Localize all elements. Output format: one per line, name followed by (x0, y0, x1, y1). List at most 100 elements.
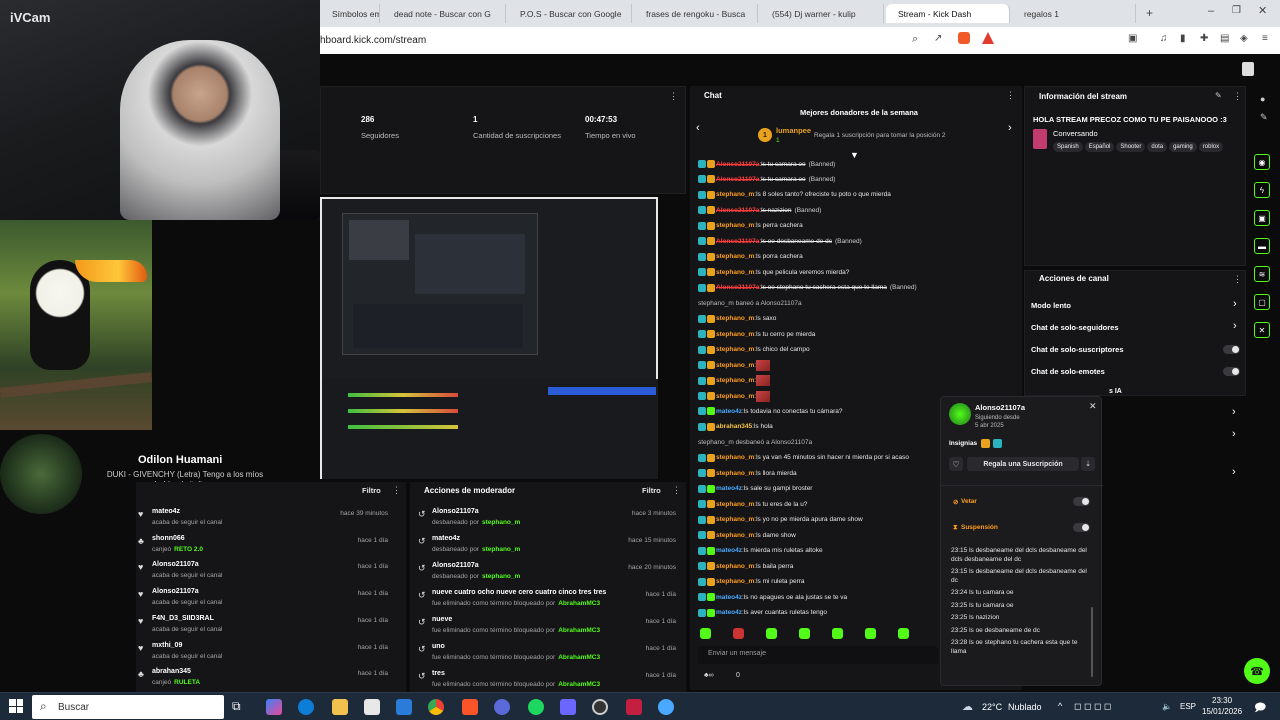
chat-message[interactable]: stephano_m: (698, 359, 771, 371)
spotify-icon[interactable] (528, 699, 544, 715)
mod-target[interactable]: Alonso21107a (432, 508, 479, 515)
event-name[interactable]: mateo4z (152, 508, 180, 515)
chat-message[interactable]: stephano_m: (698, 375, 771, 387)
rail-chat-icon[interactable]: ▬ (1254, 238, 1270, 254)
chat-username[interactable]: stephano_m (716, 253, 754, 260)
emote-icon[interactable] (865, 628, 876, 639)
emote-icon[interactable] (733, 628, 744, 639)
app-icon[interactable] (560, 699, 576, 715)
event-name[interactable]: Alonso21107a (152, 561, 199, 568)
partial-chevron-1-icon[interactable]: › (1232, 406, 1236, 418)
chat-username[interactable]: stephano_m (716, 222, 754, 229)
rail-monitor-icon[interactable]: ▢ (1254, 294, 1270, 310)
chat-username[interactable]: stephano_m (716, 377, 754, 384)
chat-menu-icon[interactable]: ⋮ (1006, 90, 1015, 101)
gift-sub-button[interactable]: Regala una Suscripción (967, 457, 1079, 471)
keyboard-lang[interactable]: ESP (1180, 702, 1196, 711)
chat-message[interactable]: mateo4z: ls aver cuantas ruletas tengo (698, 607, 827, 619)
mod-target[interactable]: uno (432, 643, 445, 650)
undo-icon[interactable]: ↺ (418, 617, 426, 628)
mod-by[interactable]: AbrahamMC3 (558, 627, 600, 634)
chat-message[interactable]: stephano_m baneó a Alonso21107a (698, 297, 802, 309)
stream-info-menu-icon[interactable]: ⋮ (1233, 91, 1242, 102)
chat-message[interactable]: stephano_m: ls 8 soles tanto? ofreciste … (698, 189, 891, 201)
chat-message[interactable]: stephano_m: ls llora mierda (698, 467, 797, 479)
rail-tools-icon[interactable]: ✕ (1254, 322, 1270, 338)
list-item[interactable]: ♥ Alonso21107a acaba de seguir el canal hac… (136, 559, 396, 585)
new-tab-icon[interactable]: + (1146, 6, 1153, 20)
chat-users-icon[interactable]: ♣∞ (704, 672, 714, 679)
chat-username[interactable]: Alonso21107a (716, 284, 759, 291)
pencil-icon[interactable]: ✎ (1260, 112, 1268, 123)
tab-dead-note[interactable]: dead note - Buscar con G (382, 4, 506, 23)
chat-message[interactable]: stephano_m: ls saxo (698, 313, 776, 325)
store-icon[interactable] (364, 699, 380, 715)
stream-tag[interactable]: Spanish (1053, 142, 1083, 152)
follow-heart-icon[interactable]: ♡ (949, 457, 963, 471)
chat-input-box[interactable]: Enviar un mensaje (698, 646, 938, 664)
emote-icon[interactable] (832, 628, 843, 639)
tray-arrow-icon[interactable]: ^ (1058, 701, 1062, 711)
list-item[interactable]: ♥ mateo4z acaba de seguir el canal hace 39 … (136, 506, 396, 532)
mod-by[interactable]: stephano_m (482, 573, 520, 580)
history-scrollbar[interactable] (1091, 607, 1093, 677)
chat-username[interactable]: stephano_m (716, 516, 754, 523)
partial-chevron-2-icon[interactable]: › (1232, 428, 1236, 440)
donors-prev-icon[interactable]: ‹ (696, 122, 700, 134)
rail-bolt-icon[interactable]: ϟ (1254, 182, 1270, 198)
chat-message[interactable]: Alonso21107a: ls tu camara oe (Banned) (698, 158, 835, 170)
notifications-icon[interactable]: 🗩 (1254, 699, 1266, 718)
chat-message[interactable]: Alonso21107a: ls nazizion (Banned) (698, 204, 821, 216)
extensions-icon[interactable]: ✚ (1200, 33, 1208, 44)
clock-time[interactable]: 23:30 (1212, 696, 1232, 705)
event-name[interactable]: mxthi_09 (152, 642, 182, 649)
undo-icon[interactable]: ↺ (418, 644, 426, 655)
chat-username[interactable]: stephano_m (716, 346, 754, 353)
chat-message[interactable]: stephano_m desbaneó a Alonso21107a (698, 436, 812, 448)
mod-by[interactable]: AbrahamMC3 (558, 654, 600, 661)
chat-username[interactable]: Alonso21107a (716, 207, 759, 214)
channel-actions-menu-icon[interactable]: ⋮ (1233, 274, 1242, 285)
clock-date[interactable]: 15/01/2026 (1202, 707, 1242, 716)
chat-username[interactable]: mateo4z (716, 609, 742, 616)
event-name[interactable]: shonn066 (152, 535, 185, 542)
chat-username[interactable]: stephano_m (716, 362, 754, 369)
maximize-icon[interactable]: ❐ (1232, 5, 1241, 16)
stats-menu-icon[interactable]: ⋮ (669, 91, 678, 102)
chat-message[interactable]: Alonso21107a: ls tu camara oe (Banned) (698, 173, 835, 185)
list-item[interactable]: ♥ F4N_D3_SIID3RAL acaba de seguir el canal… (136, 613, 396, 639)
tab-frases[interactable]: frases de rengoku - Busca (634, 4, 758, 23)
chat-message[interactable]: stephano_m: ls porra cachera (698, 251, 803, 263)
chat-username[interactable]: stephano_m (716, 191, 754, 198)
tab-regalos[interactable]: regalos 1 (1012, 4, 1136, 23)
list-item[interactable]: ↺ nueve fue eliminado como término bloquea… (410, 614, 684, 641)
chat-username[interactable]: mateo4z (716, 408, 742, 415)
event-name[interactable]: F4N_D3_SIID3RAL (152, 615, 214, 622)
list-item[interactable]: ↺ mateo4z desbaneado por stephano_m hace 15 … (410, 533, 684, 560)
stream-tag[interactable]: roblox (1198, 142, 1224, 152)
undo-icon[interactable]: ↺ (418, 671, 426, 682)
undo-icon[interactable]: ↺ (418, 536, 426, 547)
chat-message[interactable]: stephano_m: ls yo no pe mierda apura dam… (698, 514, 863, 526)
share-icon[interactable]: ↗ (934, 33, 942, 44)
close-window-icon[interactable]: ✕ (1258, 4, 1267, 17)
list-item[interactable]: ↺ Alonso21107a desbaneado por stephano_m hac… (410, 560, 684, 587)
chat-message[interactable]: mateo4z: ls todavia no conectas tu cámar… (698, 405, 842, 417)
event-name[interactable]: Alonso21107a (152, 588, 199, 595)
undo-icon[interactable]: ↺ (418, 509, 426, 520)
chat-message[interactable]: stephano_m: (698, 390, 771, 402)
chat-message[interactable]: abrahan345: ls hola (698, 421, 773, 433)
chat-username[interactable]: stephano_m (716, 269, 754, 276)
taskbar-search-box[interactable]: ⌕ Buscar (32, 695, 224, 719)
mod-target[interactable]: mateo4z (432, 535, 460, 542)
undo-icon[interactable]: ↺ (418, 563, 426, 574)
list-item[interactable]: ↺ Alonso21107a desbaneado por stephano_m hac… (410, 506, 684, 533)
mod-target[interactable]: nueve (432, 616, 452, 623)
tab-pos[interactable]: P.O.S - Buscar con Google (508, 4, 632, 23)
stream-tag[interactable]: Shooter (1116, 142, 1146, 152)
emote-icon[interactable] (766, 628, 777, 639)
screenshot-icon[interactable]: ▣ (1128, 33, 1137, 44)
app3-icon[interactable] (658, 699, 674, 715)
chat-username[interactable]: stephano_m (716, 532, 754, 539)
vpn-icon[interactable]: ◈ (1240, 33, 1248, 44)
